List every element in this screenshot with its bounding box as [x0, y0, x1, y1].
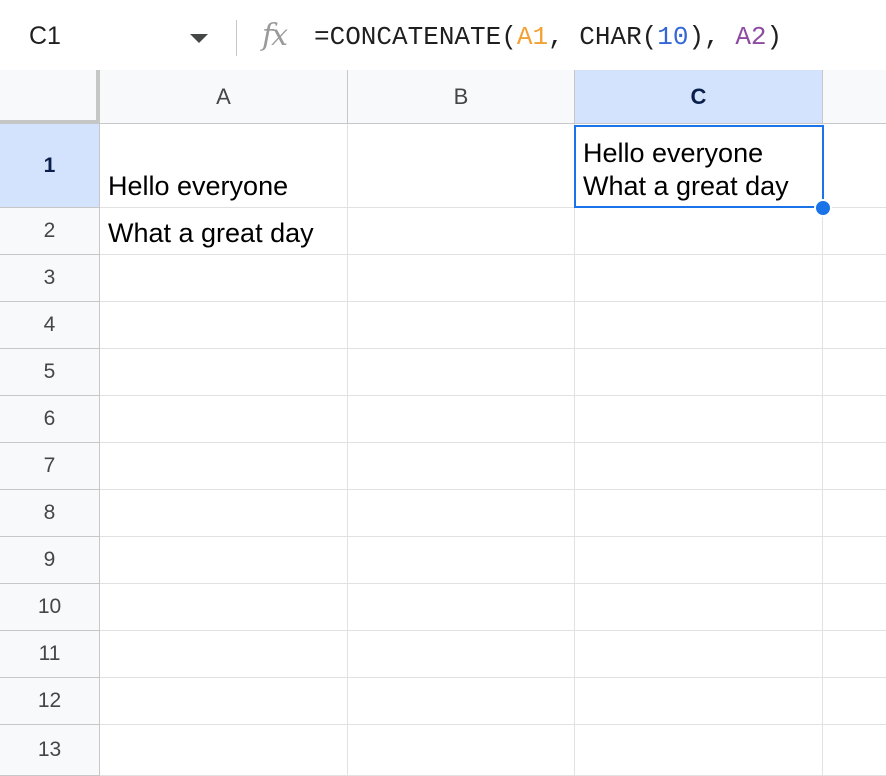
cell-a10[interactable] — [100, 584, 348, 631]
cell-d7[interactable] — [823, 443, 886, 490]
cell-a9[interactable] — [100, 537, 348, 584]
cell-a6[interactable] — [100, 396, 348, 443]
cell-b8[interactable] — [348, 490, 575, 537]
cell-a4[interactable] — [100, 302, 348, 349]
cell-b5[interactable] — [348, 349, 575, 396]
cell-b7[interactable] — [348, 443, 575, 490]
formula-suffix: ) — [766, 22, 783, 52]
row-header-13[interactable]: 13 — [0, 725, 100, 776]
cell-a12[interactable] — [100, 678, 348, 725]
cell-d1[interactable] — [823, 124, 886, 208]
formula-bar-divider — [236, 20, 237, 56]
cell-b6[interactable] — [348, 396, 575, 443]
cell-c8[interactable] — [575, 490, 823, 537]
cell-b13[interactable] — [348, 725, 575, 776]
name-box-dropdown-icon[interactable] — [190, 34, 208, 43]
cell-c5[interactable] — [575, 349, 823, 396]
cell-text: Hello everyone What a great day — [583, 138, 789, 201]
cell-c3[interactable] — [575, 255, 823, 302]
row-header-4[interactable]: 4 — [0, 302, 100, 349]
cell-d8[interactable] — [823, 490, 886, 537]
row-header-6[interactable]: 6 — [0, 396, 100, 443]
cell-c7[interactable] — [575, 443, 823, 490]
cell-a8[interactable] — [100, 490, 348, 537]
formula-prefix: =CONCATENATE( — [314, 22, 517, 52]
fill-handle[interactable] — [814, 199, 832, 217]
cell-a5[interactable] — [100, 349, 348, 396]
cell-c10[interactable] — [575, 584, 823, 631]
cell-a1[interactable]: Hello everyone — [100, 124, 348, 208]
cell-c6[interactable] — [575, 396, 823, 443]
cell-c9[interactable] — [575, 537, 823, 584]
cell-b10[interactable] — [348, 584, 575, 631]
cell-c4[interactable] — [575, 302, 823, 349]
row-header-3[interactable]: 3 — [0, 255, 100, 302]
cell-b2[interactable] — [348, 208, 575, 255]
row-header-2[interactable]: 2 — [0, 208, 100, 255]
cell-d5[interactable] — [823, 349, 886, 396]
row-header-9[interactable]: 9 — [0, 537, 100, 584]
name-box[interactable]: C1 — [29, 22, 61, 51]
cell-text: Hello everyone — [108, 171, 289, 201]
row-header-1[interactable]: 1 — [0, 124, 100, 208]
cell-a2[interactable]: What a great day — [100, 208, 348, 255]
cell-d2[interactable] — [823, 208, 886, 255]
row-header-10[interactable]: 10 — [0, 584, 100, 631]
cell-c13[interactable] — [575, 725, 823, 776]
cell-a13[interactable] — [100, 725, 348, 776]
row-header-7[interactable]: 7 — [0, 443, 100, 490]
cell-b9[interactable] — [348, 537, 575, 584]
cell-a3[interactable] — [100, 255, 348, 302]
row-header-11[interactable]: 11 — [0, 631, 100, 678]
cell-b11[interactable] — [348, 631, 575, 678]
cell-d13[interactable] — [823, 725, 886, 776]
formula-bar: C1 fx =CONCATENATE(A1, CHAR(10), A2) — [0, 0, 886, 71]
cell-d6[interactable] — [823, 396, 886, 443]
formula-ref-a1: A1 — [516, 22, 549, 52]
cell-b12[interactable] — [348, 678, 575, 725]
cell-d3[interactable] — [823, 255, 886, 302]
column-header-b[interactable]: B — [348, 70, 575, 124]
cell-d11[interactable] — [823, 631, 886, 678]
formula-sep-2: ), — [688, 22, 736, 52]
row-header-12[interactable]: 12 — [0, 678, 100, 725]
fx-icon: fx — [262, 18, 288, 53]
cell-c1[interactable]: Hello everyone What a great day — [575, 124, 823, 208]
column-header-a[interactable]: A — [100, 70, 348, 124]
column-header-d[interactable] — [823, 70, 886, 124]
cell-c12[interactable] — [575, 678, 823, 725]
formula-ref-a2: A2 — [735, 22, 767, 52]
row-header-5[interactable]: 5 — [0, 349, 100, 396]
cell-b4[interactable] — [348, 302, 575, 349]
cell-c2[interactable] — [575, 208, 823, 255]
cell-d4[interactable] — [823, 302, 886, 349]
cell-a11[interactable] — [100, 631, 348, 678]
row-header-8[interactable]: 8 — [0, 490, 100, 537]
cell-d9[interactable] — [823, 537, 886, 584]
formula-sep-1: , CHAR( — [548, 22, 658, 52]
cell-d12[interactable] — [823, 678, 886, 725]
select-all-corner[interactable] — [0, 70, 100, 124]
formula-number: 10 — [657, 22, 689, 52]
cell-a7[interactable] — [100, 443, 348, 490]
cell-text: What a great day — [108, 218, 314, 248]
cell-d10[interactable] — [823, 584, 886, 631]
cell-b3[interactable] — [348, 255, 575, 302]
cell-b1[interactable] — [348, 124, 575, 208]
cell-c11[interactable] — [575, 631, 823, 678]
formula-input[interactable]: =CONCATENATE(A1, CHAR(10), A2) — [314, 22, 782, 52]
column-header-c[interactable]: C — [575, 70, 823, 124]
